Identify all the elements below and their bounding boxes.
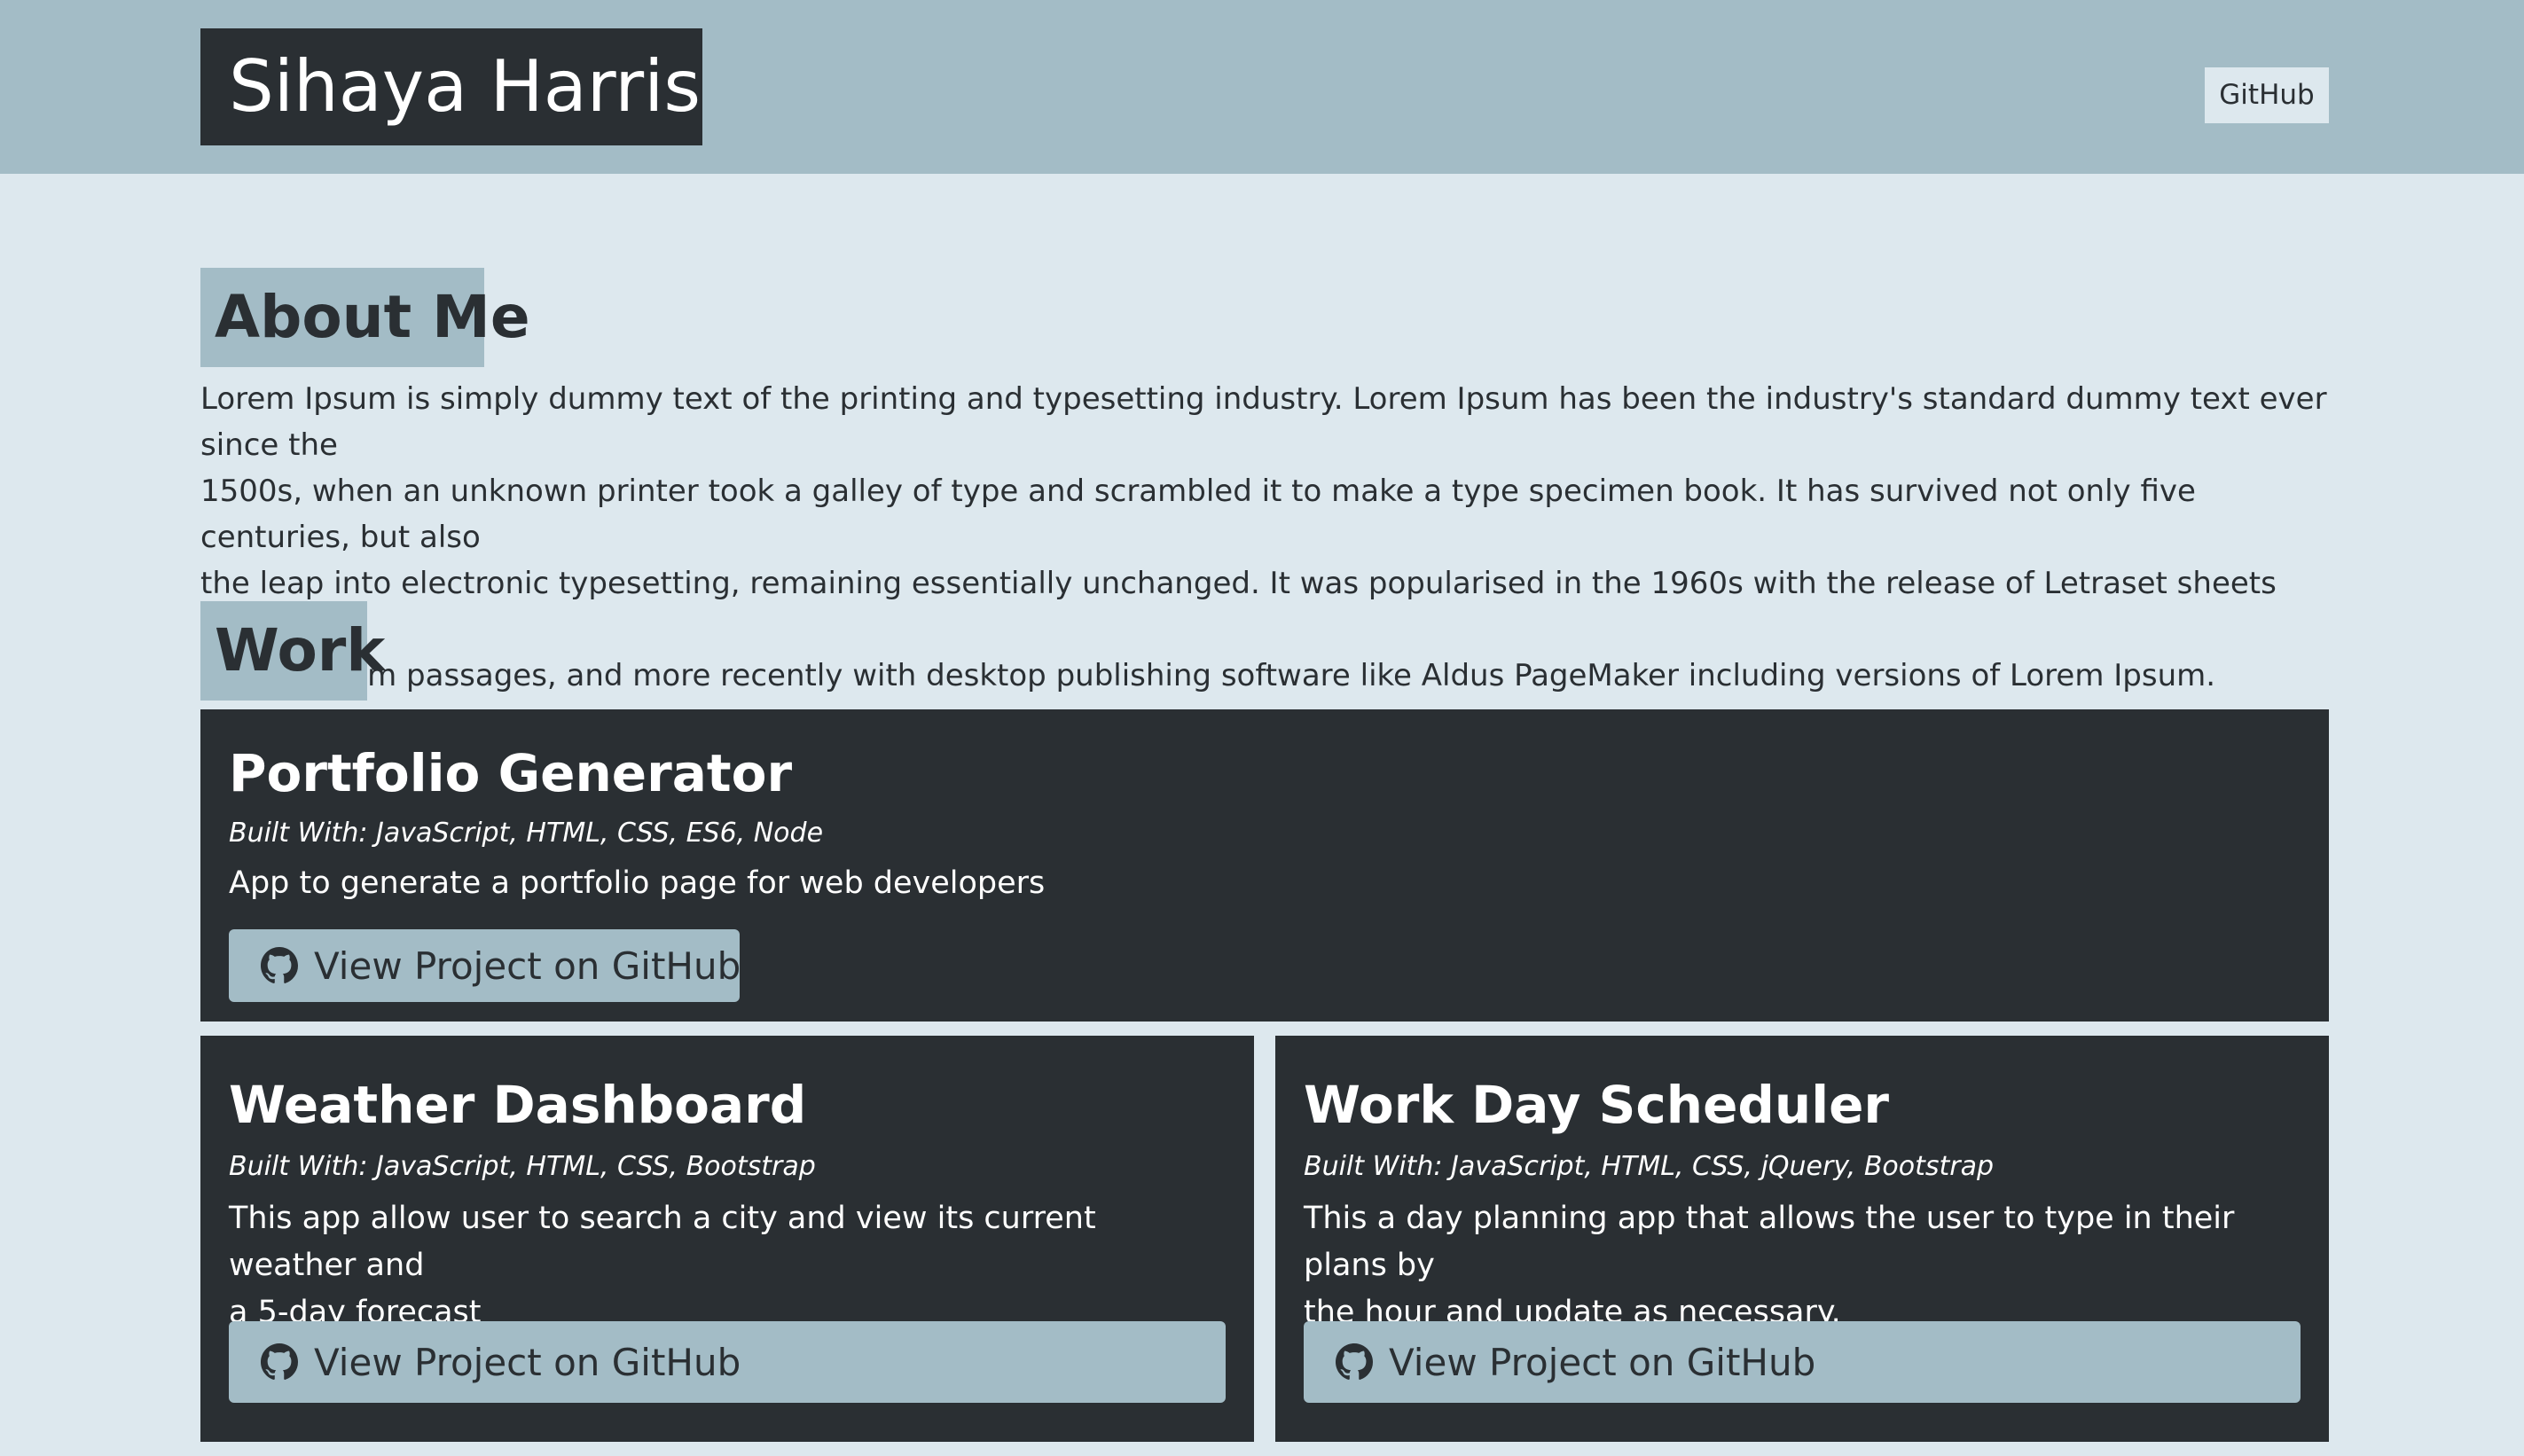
project-description: App to generate a portfolio page for web… (229, 865, 1046, 901)
nav-github-link[interactable]: GitHub (2205, 67, 2329, 123)
work-heading: Work (200, 601, 385, 701)
about-text: Lorem Ipsum is simply dummy text of the … (200, 381, 2327, 693)
view-project-label: View Project on GitHub (314, 1340, 741, 1384)
view-project-button[interactable]: View Project on GitHub (229, 1321, 1226, 1403)
project-title: Work Day Scheduler (1304, 1075, 1890, 1135)
github-icon (1336, 1343, 1373, 1380)
project-title: Weather Dashboard (229, 1075, 807, 1135)
github-icon (261, 947, 298, 983)
project-card: Work Day Scheduler Built With: JavaScrip… (1275, 1036, 2329, 1442)
view-project-label: View Project on GitHub (1389, 1340, 1816, 1384)
project-built-with: Built With: JavaScript, HTML, CSS, ES6, … (229, 818, 824, 849)
about-heading: About Me (200, 268, 530, 367)
view-project-button[interactable]: View Project on GitHub (229, 929, 741, 1002)
project-built-with: Built With: JavaScript, HTML, CSS, Boots… (229, 1151, 816, 1182)
site-title[interactable]: Sihaya Harris (200, 28, 702, 145)
github-icon (261, 1343, 298, 1380)
view-project-button[interactable]: View Project on GitHub (1304, 1321, 2301, 1403)
project-card: Portfolio Generator Built With: JavaScri… (200, 709, 2329, 1022)
project-card: Weather Dashboard Built With: JavaScript… (200, 1036, 1254, 1442)
project-title: Portfolio Generator (229, 743, 793, 803)
project-description: This a day planning app that allows the … (1304, 1201, 2235, 1330)
project-description: This app allow user to search a city and… (229, 1201, 1096, 1330)
site-header: Sihaya Harris GitHub (0, 0, 2524, 174)
project-built-with: Built With: JavaScript, HTML, CSS, jQuer… (1304, 1151, 1995, 1182)
view-project-label: View Project on GitHub (314, 943, 741, 988)
